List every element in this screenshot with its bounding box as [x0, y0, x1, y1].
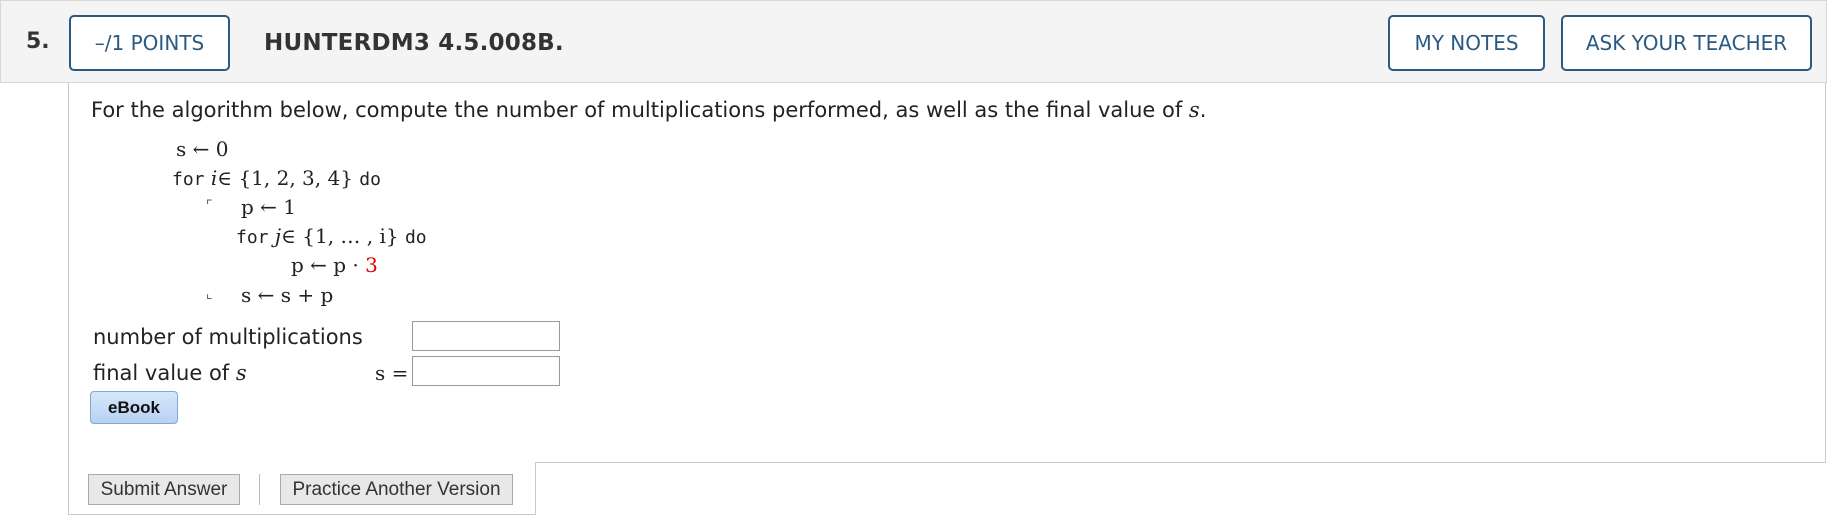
ebook-button[interactable]: eBook: [90, 391, 178, 424]
my-notes-button[interactable]: MY NOTES: [1388, 15, 1545, 71]
final-value-label: final value of s: [93, 361, 247, 385]
final-value-input[interactable]: [412, 356, 560, 386]
submit-answer-button[interactable]: Submit Answer: [88, 474, 240, 505]
algo-line-accumulate: s ← s + p: [241, 283, 334, 307]
question-number: 5.: [26, 29, 50, 54]
block-close-bracket: ⌞: [206, 286, 213, 302]
algo-line-outer-for: for i∈ {1, 2, 3, 4} do: [172, 166, 381, 190]
points-button[interactable]: –/1 POINTS: [69, 15, 230, 71]
multiplications-label: number of multiplications: [93, 325, 363, 349]
algo-line-inner-for: for j∈ {1, … , i} do: [236, 224, 427, 248]
block-open-bracket: ⌜: [206, 198, 213, 214]
question-id: HUNTERDM3 4.5.008B.: [264, 30, 564, 56]
ask-teacher-button[interactable]: ASK YOUR TEACHER: [1561, 15, 1812, 71]
algo-line-init-p: p ← 1: [241, 195, 296, 219]
algo-line-init-s: s ← 0: [176, 137, 229, 161]
practice-another-version-button[interactable]: Practice Another Version: [280, 474, 513, 505]
question-header: 5. –/1 POINTS HUNTERDM3 4.5.008B. MY NOT…: [0, 0, 1827, 83]
algo-line-multiply: p ← p · 3: [291, 253, 378, 277]
multiplications-input[interactable]: [412, 321, 560, 351]
s-equals-label: s =: [375, 361, 409, 385]
button-divider: [259, 474, 260, 505]
question-prompt: For the algorithm below, compute the num…: [91, 98, 1207, 122]
